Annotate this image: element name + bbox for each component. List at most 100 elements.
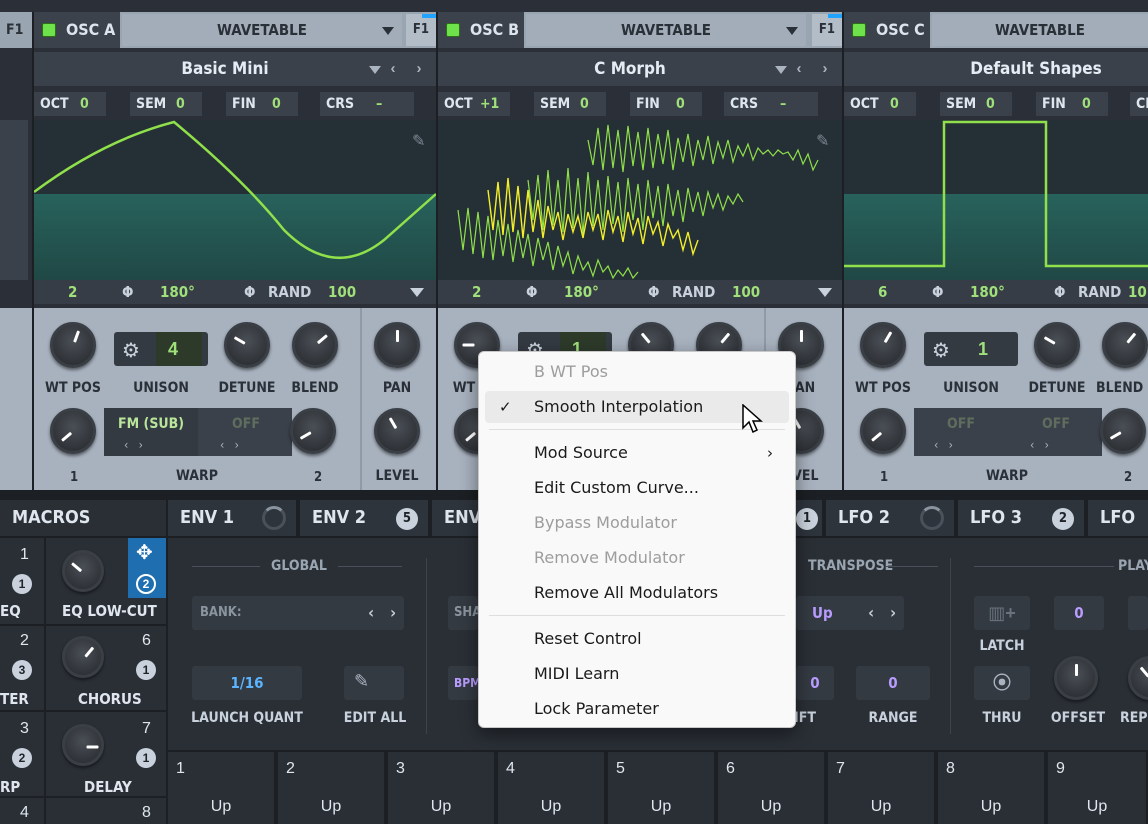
osc-c-fin[interactable]: FIN 0 — [1036, 92, 1108, 116]
seq-step-4[interactable]: 4 Up — [498, 752, 606, 824]
osc-c-warp2-knob[interactable] — [1100, 408, 1146, 454]
osc-a-warp-box[interactable]: FM (SUB) OFF ‹ › ‹ › — [104, 408, 292, 456]
osc-c-sem[interactable]: SEM 0 — [940, 92, 1012, 116]
menu-item-reset-control[interactable]: Reset Control — [485, 623, 789, 655]
eq-low-cut-knob[interactable] — [62, 550, 104, 592]
osc-c-crs[interactable]: CR — [1130, 92, 1148, 116]
prev-arrow-icon[interactable]: ‹ — [382, 52, 404, 86]
osc-c-detune-knob[interactable] — [1034, 322, 1080, 368]
osc-a-level-knob[interactable] — [374, 408, 420, 454]
osc-a-blend-knob[interactable] — [292, 322, 338, 368]
next-arrow-icon[interactable]: › — [408, 52, 430, 86]
osc-c-blend-knob[interactable] — [1102, 322, 1148, 368]
osc-c-enable-led[interactable] — [852, 23, 866, 37]
osc-c-wt-pos-knob[interactable] — [860, 322, 906, 368]
osc-b-enable-led[interactable] — [446, 23, 460, 37]
osc-c-warp1-knob[interactable] — [860, 408, 906, 454]
osc-b-rand-value[interactable]: 100 — [732, 280, 760, 304]
seq-step-6[interactable]: 6 Up — [718, 752, 826, 824]
launch-quant-field[interactable]: 1/16 — [192, 666, 302, 700]
f1-label[interactable]: F1 — [6, 22, 23, 38]
osc-b-f1-button[interactable]: F1 — [812, 14, 842, 46]
seq-step-9[interactable]: 9 Up — [1048, 752, 1148, 824]
menu-item-bypass-modulator[interactable]: Bypass Modulator — [485, 507, 789, 539]
range-field[interactable]: 0 — [856, 666, 930, 700]
bank-selector[interactable]: BANK: ‹ › — [192, 596, 404, 630]
osc-c-oct[interactable]: OCT 0 — [844, 92, 916, 116]
osc-c-waveform-display[interactable] — [844, 120, 1148, 280]
seq-step-8[interactable]: 8 Up — [938, 752, 1046, 824]
osc-b-phase[interactable]: 180° — [564, 280, 599, 304]
chevron-down-icon[interactable] — [369, 66, 381, 74]
seq-step-2[interactable]: 2 Up — [278, 752, 386, 824]
osc-b-oct[interactable]: OCT +1 — [438, 92, 510, 116]
chorus-knob[interactable] — [62, 636, 104, 678]
tab-env1[interactable]: ENV 1 — [168, 500, 296, 536]
osc-a-fin[interactable]: FIN 0 — [226, 92, 298, 116]
repeat-knob[interactable] — [1128, 656, 1148, 700]
osc-c-type-dropdown[interactable]: WAVETABLE — [932, 14, 1148, 46]
osc-b-fin[interactable]: FIN 0 — [630, 92, 702, 116]
osc-a-phase[interactable]: 180° — [160, 280, 195, 304]
shift-field[interactable]: 0 — [796, 666, 834, 700]
tab-env3[interactable]: ENV — [432, 500, 481, 536]
osc-b-wt-pos-value[interactable]: 2 — [472, 280, 481, 304]
tab-lfo1[interactable]: 1 — [796, 500, 822, 536]
osc-a-wt-pos-knob[interactable] — [50, 322, 96, 368]
menu-item-remove-modulator[interactable]: Remove Modulator — [485, 542, 789, 574]
osc-a-f1-button[interactable]: F1 — [406, 14, 436, 46]
osc-a-sem[interactable]: SEM 0 — [130, 92, 202, 116]
thru-button[interactable]: ⦿ — [974, 666, 1030, 700]
osc-a-rand-value[interactable]: 100 — [328, 280, 356, 304]
osc-a-preset-name[interactable]: Basic Mini — [74, 52, 376, 86]
tab-lfo3[interactable]: LFO 32 — [958, 500, 1084, 536]
chevron-down-icon[interactable] — [818, 288, 832, 297]
play-value-field[interactable]: 0 — [1054, 596, 1104, 630]
osc-a-unison[interactable]: ⚙ 4 — [114, 332, 208, 366]
seq-step-1[interactable]: 1 Up — [168, 752, 276, 824]
osc-b-crs[interactable]: CRS – — [724, 92, 818, 116]
menu-item-midi-learn[interactable]: MIDI Learn — [485, 658, 789, 690]
osc-a-pan-knob[interactable] — [374, 322, 420, 368]
menu-item-remove-all-modulators[interactable]: Remove All Modulators — [485, 577, 789, 609]
next-arrow-icon[interactable]: › — [814, 52, 836, 86]
osc-a-wt-pos-value[interactable]: 2 — [68, 280, 77, 304]
seq-step-3[interactable]: 3 Up — [388, 752, 496, 824]
edit-all-button[interactable]: ✎ — [344, 666, 404, 700]
osc-a-warp1-knob[interactable] — [50, 408, 96, 454]
osc-a-waveform-display[interactable]: ✎ — [34, 120, 436, 280]
menu-item-lock-parameter[interactable]: Lock Parameter — [485, 693, 789, 725]
menu-item-mod-source[interactable]: Mod Source › — [485, 437, 789, 469]
osc-a-warp2-knob[interactable] — [290, 408, 336, 454]
osc-c-phase[interactable]: 180° — [970, 280, 1005, 304]
chevron-down-icon[interactable] — [410, 288, 424, 297]
tab-env2[interactable]: ENV 25 — [300, 500, 428, 536]
osc-b-type-dropdown[interactable]: WAVETABLE — [526, 14, 806, 46]
menu-item-edit-custom-curve[interactable]: Edit Custom Curve... — [485, 472, 789, 504]
latch-button[interactable]: ▥+ — [974, 596, 1030, 630]
osc-a-oct[interactable]: OCT 0 — [34, 92, 106, 116]
offset-knob[interactable] — [1054, 656, 1098, 700]
osc-a-detune-knob[interactable] — [224, 322, 270, 368]
macro-drag-handle[interactable]: ✥ 2 — [128, 538, 166, 598]
seq-step-5[interactable]: 5 Up — [608, 752, 716, 824]
osc-b-title[interactable]: OSC B — [438, 12, 524, 48]
chevron-down-icon[interactable] — [775, 66, 787, 74]
prev-arrow-icon[interactable]: ‹ — [788, 52, 810, 86]
osc-b-wavetable-3d-display[interactable]: ✎ — [438, 120, 842, 280]
delay-knob[interactable] — [62, 724, 104, 766]
osc-a-type-dropdown[interactable]: WAVETABLE — [122, 14, 402, 46]
osc-c-wt-pos-value[interactable]: 6 — [878, 280, 887, 304]
osc-c-warp-box[interactable]: OFF OFF ‹ › ‹ › — [914, 408, 1102, 456]
tab-lfo4[interactable]: LFO 4 — [1088, 500, 1148, 564]
osc-a-enable-led[interactable] — [42, 23, 56, 37]
osc-c-rand-value[interactable]: 10 — [1128, 280, 1147, 304]
osc-c-title[interactable]: OSC C — [844, 12, 930, 48]
tab-lfo2[interactable]: LFO 2 — [826, 500, 954, 536]
osc-c-unison[interactable]: ⚙ 1 — [924, 332, 1018, 366]
osc-c-preset-name[interactable]: Default Shapes — [884, 52, 1148, 86]
seq-step-7[interactable]: 7 Up — [828, 752, 936, 824]
osc-b-sem[interactable]: SEM 0 — [534, 92, 606, 116]
osc-a-crs[interactable]: CRS – — [320, 92, 414, 116]
transpose-direction[interactable]: Up ‹ › — [796, 596, 904, 630]
